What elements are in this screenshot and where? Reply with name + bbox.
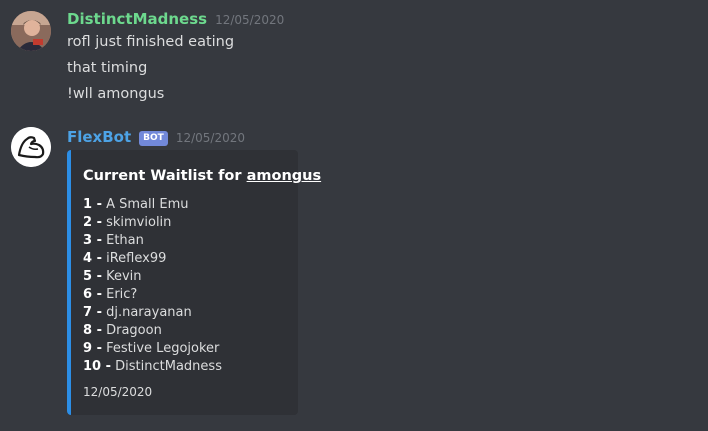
- waitlist-rank: 7 -: [83, 305, 102, 320]
- waitlist-rank: 4 -: [83, 251, 102, 266]
- waitlist-item: 6 - Eric?: [83, 287, 137, 302]
- waitlist-item: 5 - Kevin: [83, 269, 142, 284]
- waitlist-rank: 5 -: [83, 269, 102, 284]
- waitlist-item: 4 - iReflex99: [83, 251, 166, 266]
- bot-avatar[interactable]: [11, 127, 51, 167]
- message-group-distinctmadness: DistinctMadness 12/05/2020 rofl just fin…: [0, 0, 708, 115]
- message-header: FlexBot BOT 12/05/2020: [67, 128, 245, 148]
- waitlist-item: 1 - A Small Emu: [83, 197, 189, 212]
- embed-title-link[interactable]: amongus: [247, 168, 322, 184]
- waitlist-name: Ethan: [106, 233, 144, 248]
- message-text: rofl just finished eating: [67, 34, 235, 50]
- waitlist-item: 3 - Ethan: [83, 233, 144, 248]
- embed-title-text: Current Waitlist for: [83, 168, 247, 184]
- bot-tag-badge: BOT: [139, 130, 168, 146]
- waitlist-item: 7 - dj.narayanan: [83, 305, 192, 320]
- username[interactable]: FlexBot: [67, 128, 131, 146]
- message-text: !wll amongus: [67, 86, 165, 102]
- waitlist-item: 10 - DistinctMadness: [83, 359, 222, 374]
- waitlist-rank: 6 -: [83, 287, 102, 302]
- message-text: that timing: [67, 60, 148, 76]
- waitlist-name: Festive Legojoker: [106, 341, 220, 356]
- waitlist-rank: 2 -: [83, 215, 102, 230]
- timestamp: 12/05/2020: [175, 131, 245, 145]
- waitlist-item: 2 - skimviolin: [83, 215, 171, 230]
- waitlist-item: 9 - Festive Legojoker: [83, 341, 219, 356]
- timestamp: 12/05/2020: [215, 13, 285, 27]
- embed-title: Current Waitlist for amongus: [83, 168, 321, 184]
- waitlist-name: Eric?: [106, 287, 138, 302]
- waitlist-name: DistinctMadness: [115, 359, 222, 374]
- waitlist-rank: 1 -: [83, 197, 102, 212]
- waitlist-name: Dragoon: [106, 323, 162, 338]
- embed-footer-timestamp: 12/05/2020: [83, 385, 153, 399]
- waitlist-name: iReflex99: [106, 251, 167, 266]
- waitlist-item: 8 - Dragoon: [83, 323, 162, 338]
- user-avatar[interactable]: [11, 11, 51, 51]
- waitlist-embed: Current Waitlist for amongus 1 - A Small…: [67, 150, 321, 415]
- waitlist-name: skimviolin: [106, 215, 172, 230]
- waitlist-rank: 3 -: [83, 233, 102, 248]
- waitlist-name: Kevin: [106, 269, 142, 284]
- username[interactable]: DistinctMadness: [67, 10, 207, 28]
- message-header: DistinctMadness 12/05/2020: [67, 10, 284, 30]
- waitlist-rank: 8 -: [83, 323, 102, 338]
- waitlist-name: dj.narayanan: [106, 305, 192, 320]
- waitlist-rank: 9 -: [83, 341, 102, 356]
- waitlist-rank: 10 -: [83, 359, 112, 374]
- waitlist-name: A Small Emu: [106, 197, 189, 212]
